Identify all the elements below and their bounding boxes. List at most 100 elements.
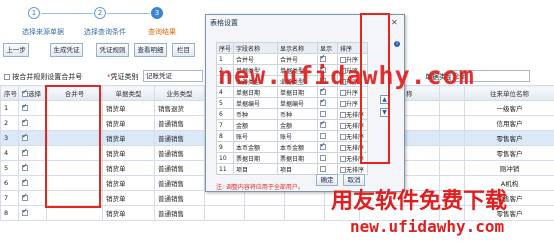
row-select[interactable] [18,175,47,191]
show-checkbox[interactable] [320,166,327,172]
settings-sort[interactable]: 无排序 [337,163,369,175]
biz-type-cell: 普通销售 [154,190,205,206]
row-checkbox[interactable] [22,162,28,171]
merge-option[interactable]: 按合并规则设置合并号 [4,72,82,82]
row-number: 8 [0,205,19,221]
settings-display[interactable]: 金额 [277,119,319,131]
close-icon[interactable]: ✕ [391,18,398,27]
doc-type-cell: 销货单 [102,190,155,206]
col-header[interactable]: 序号 [0,85,19,101]
settings-row[interactable]: 8 账号 账号 无排序 [215,130,369,142]
settings-row[interactable]: 7金额金额无排序 [215,119,369,131]
generate-voucher-button[interactable]: 生成凭证 [50,43,83,57]
show-checkbox[interactable] [320,143,327,150]
merge-checkbox[interactable] [4,74,10,80]
sort-checkbox[interactable] [340,145,347,151]
settings-display[interactable]: 单据编号 [277,97,319,109]
row-checkbox[interactable] [22,147,28,156]
settings-field: 项目 [233,163,279,175]
view-detail-button[interactable]: 查看明细 [134,43,167,57]
settings-show[interactable] [317,163,339,175]
settings-show[interactable] [317,141,339,153]
settings-row[interactable]: 6 币种 币种 无排序 [215,108,369,120]
row-select[interactable] [18,160,47,176]
table-settings-dialog: 表格设置 ✕ 序号 字段名称 显示名称 显示 排序 1合并号合并号升序2单据类型… [205,13,405,192]
settings-col-header: 序号 [215,42,235,54]
row-checkbox[interactable] [22,132,28,141]
settings-show[interactable] [317,152,339,164]
show-checkbox[interactable] [320,133,327,139]
settings-show[interactable] [317,130,339,142]
columns-button[interactable]: 栏目 [172,43,195,57]
settings-display[interactable]: 票据日期 [277,152,319,164]
empty-cell [244,190,285,206]
sort-checkbox[interactable] [340,123,347,129]
settings-display[interactable]: 本币金额 [277,141,319,153]
biz-type-cell: 普通销售 [154,130,205,146]
dialog-note: 注: 调整内容将应用于全部用户。 [216,184,304,191]
col-header[interactable]: 单据类型 [102,85,155,101]
prev-step-button[interactable]: 上一步 [3,43,29,57]
empty-cell [439,145,465,161]
settings-field: 币种 [233,108,279,120]
settings-col-header: 显示 [317,42,339,54]
sort-checkbox[interactable] [340,167,347,173]
step-2-circle: 2 [94,7,106,19]
partner-cell: 零售客户 [464,145,554,161]
settings-no: 11 [215,163,235,175]
sort-checkbox[interactable] [340,101,347,107]
settings-row[interactable]: 5单据编号单据编号升序 [215,97,369,109]
doc-type-cell: 销货单 [102,100,155,116]
settings-row[interactable]: 10 票据日期 票据日期 无排序 [215,152,369,164]
settings-row[interactable]: 9本币金额本币金额无排序 [215,141,369,153]
sort-checkbox[interactable] [340,134,347,140]
show-checkbox[interactable] [320,155,327,161]
row-select[interactable] [18,130,47,146]
settings-display[interactable]: 币种 [277,108,319,120]
settings-show[interactable] [317,97,339,109]
empty-cell [439,130,465,146]
row-select[interactable] [18,100,47,116]
show-checkbox[interactable] [320,99,327,106]
settings-show[interactable] [317,119,339,131]
settings-row[interactable]: 11 项目 项目 无排序 [215,163,369,175]
voucher-type-label: *凭证类别 [107,73,139,81]
row-select[interactable] [18,190,47,206]
col-header[interactable]: 选择 [18,85,47,101]
merge-column-highlight [45,85,101,208]
row-checkbox[interactable] [22,117,28,126]
row-number: 5 [0,160,19,176]
row-checkbox[interactable] [22,177,28,186]
doc-type-cell: 销货单 [102,160,155,176]
row-checkbox[interactable] [22,192,28,201]
step-1-label[interactable]: 选择来源单据 [22,27,64,37]
col-header[interactable]: 往来单位名称 [464,85,554,101]
col-header[interactable]: 业务类型 [154,85,205,101]
settings-display[interactable]: 账号 [277,130,319,142]
biz-type-cell: 普通销售 [154,160,205,176]
row-number: 3 [0,130,19,146]
row-checkbox[interactable] [22,207,28,216]
row-checkbox[interactable] [22,102,28,111]
sort-checkbox[interactable] [340,112,347,118]
step-1-circle: 1 [28,7,40,19]
sort-checkbox[interactable] [340,156,347,162]
doc-type-cell: 销货单 [102,115,155,131]
show-checkbox[interactable] [320,121,327,128]
settings-no: 6 [215,108,235,120]
voucher-rule-button[interactable]: 凭证规则 [96,43,129,57]
voucher-type-select[interactable]: 记账凭证 [143,70,203,82]
help-icon[interactable]: ? [394,41,400,47]
sort-checkbox[interactable] [340,90,347,96]
show-checkbox[interactable] [320,111,327,117]
settings-header: 序号 字段名称 显示名称 显示 排序 [215,42,369,54]
row-select[interactable] [18,205,47,221]
step-2-label[interactable]: 选择查询条件 [84,27,126,37]
settings-show[interactable] [317,108,339,120]
biz-type-cell: 普通销售 [154,115,205,131]
row-select[interactable] [18,145,47,161]
select-all-checkbox[interactable] [22,88,28,97]
empty-cell [204,190,245,206]
settings-display[interactable]: 项目 [277,163,319,175]
row-select[interactable] [18,115,47,131]
